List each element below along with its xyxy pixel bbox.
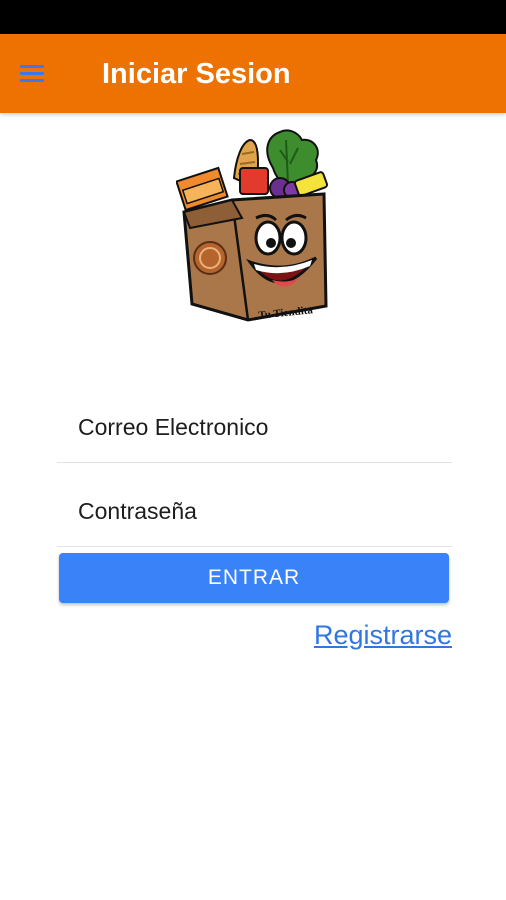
email-field[interactable] xyxy=(57,392,452,463)
app-bar: Iniciar Sesion xyxy=(0,34,506,113)
tu-tiendita-logo: Tu Tiendita xyxy=(176,129,328,322)
password-field[interactable] xyxy=(57,476,452,547)
hamburger-menu-icon xyxy=(20,65,44,82)
email-input[interactable] xyxy=(57,392,452,462)
page-title: Iniciar Sesion xyxy=(102,58,291,90)
login-button[interactable]: ENTRAR xyxy=(59,553,449,603)
password-input[interactable] xyxy=(57,476,452,546)
status-bar xyxy=(0,0,506,34)
menu-button[interactable] xyxy=(18,56,62,92)
register-link[interactable]: Registrarse xyxy=(314,620,452,651)
